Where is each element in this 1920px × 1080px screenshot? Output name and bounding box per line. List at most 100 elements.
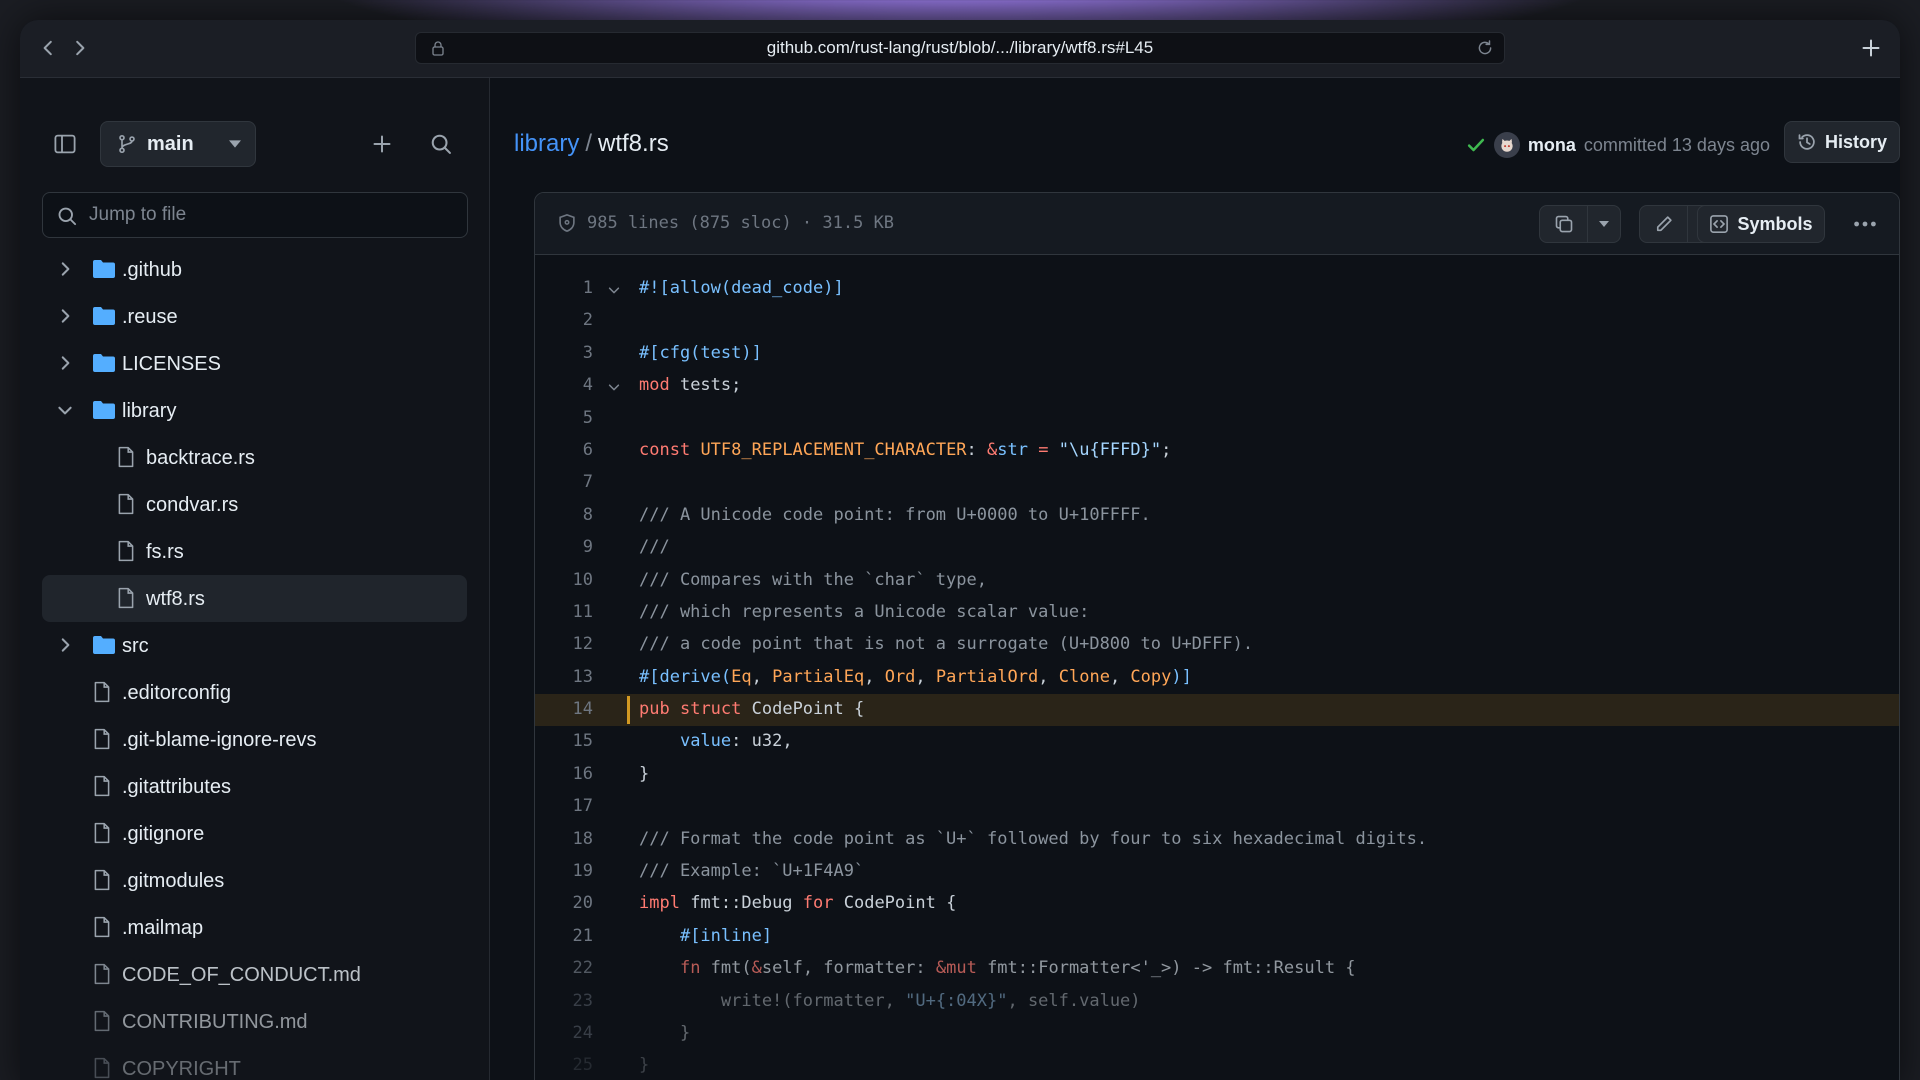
- branch-selector[interactable]: main: [100, 121, 256, 167]
- code-line[interactable]: 18 /// Format the code point as `U+` foll…: [535, 824, 1899, 856]
- line-number[interactable]: 4: [535, 375, 593, 395]
- code-line[interactable]: 11 /// which represents a Unicode scalar …: [535, 597, 1899, 629]
- tree-folder[interactable]: library: [42, 387, 467, 434]
- code-line[interactable]: 14 pub struct CodePoint {: [535, 694, 1899, 727]
- code-line[interactable]: 19 /// Example: `U+1F4A9`: [535, 856, 1899, 888]
- chevron-right-icon[interactable]: [56, 354, 74, 372]
- code-line[interactable]: 22 fn fmt(&self, formatter: &mut fmt::Fo…: [535, 953, 1899, 985]
- code-line[interactable]: 17: [535, 791, 1899, 823]
- copy-button[interactable]: [1540, 206, 1588, 242]
- edit-button[interactable]: [1640, 206, 1688, 242]
- tree-file[interactable]: CODE_OF_CONDUCT.md: [42, 951, 467, 998]
- line-number[interactable]: 2: [535, 310, 593, 330]
- tree-file[interactable]: .gitattributes: [42, 763, 467, 810]
- code-text: #![allow(dead_code)]: [639, 278, 844, 298]
- browser-window: github.com/rust-lang/rust/blob/.../libra…: [20, 20, 1900, 1080]
- tree-item-label: fs.rs: [146, 541, 184, 563]
- fold-chevron-icon[interactable]: [607, 282, 621, 296]
- fold-chevron-icon[interactable]: [607, 379, 621, 393]
- tree-folder[interactable]: .reuse: [42, 293, 467, 340]
- new-tab-button[interactable]: [1856, 33, 1886, 63]
- symbols-button[interactable]: Symbols: [1697, 205, 1825, 243]
- line-number[interactable]: 7: [535, 472, 593, 492]
- code-line[interactable]: 15 value: u32,: [535, 726, 1899, 758]
- commit-author[interactable]: mona: [1528, 135, 1576, 156]
- code-line[interactable]: 20 impl fmt::Debug for CodePoint {: [535, 888, 1899, 920]
- plus-icon: [373, 135, 391, 153]
- back-button[interactable]: [34, 34, 62, 62]
- tree-file[interactable]: .mailmap: [42, 904, 467, 951]
- tree-file[interactable]: fs.rs: [42, 528, 467, 575]
- line-number[interactable]: 6: [535, 440, 593, 460]
- code-line[interactable]: 10 /// Compares with the `char` type,: [535, 565, 1899, 597]
- code-line[interactable]: 6 const UTF8_REPLACEMENT_CHARACTER: &str …: [535, 435, 1899, 467]
- tree-file[interactable]: wtf8.rs: [42, 575, 467, 622]
- copy-options-dropdown[interactable]: [1588, 206, 1620, 242]
- line-number[interactable]: 17: [535, 796, 593, 816]
- line-number[interactable]: 5: [535, 408, 593, 428]
- search-files-button[interactable]: [424, 127, 458, 161]
- line-number[interactable]: 18: [535, 829, 593, 849]
- code-line[interactable]: 2: [535, 305, 1899, 337]
- line-number[interactable]: 14: [535, 699, 593, 719]
- line-number[interactable]: 13: [535, 667, 593, 687]
- chevron-right-icon[interactable]: [56, 260, 74, 278]
- code-line[interactable]: 5: [535, 403, 1899, 435]
- code-line[interactable]: 7: [535, 467, 1899, 499]
- tree-file[interactable]: .gitmodules: [42, 857, 467, 904]
- tree-file[interactable]: .git-blame-ignore-revs: [42, 716, 467, 763]
- tree-folder[interactable]: LICENSES: [42, 340, 467, 387]
- breadcrumb-dir-link[interactable]: library: [514, 130, 579, 157]
- line-number[interactable]: 11: [535, 602, 593, 622]
- code-line[interactable]: 21 #[inline]: [535, 921, 1899, 953]
- tree-folder[interactable]: src: [42, 622, 467, 669]
- code-line[interactable]: 3 #[cfg(test)]: [535, 338, 1899, 370]
- code-line[interactable]: 24 }: [535, 1018, 1899, 1050]
- code-line[interactable]: 9 ///: [535, 532, 1899, 564]
- tree-folder[interactable]: .github: [42, 246, 467, 293]
- tree-file[interactable]: CONTRIBUTING.md: [42, 998, 467, 1045]
- code-line[interactable]: 13 #[derive(Eq, PartialEq, Ord, PartialOr…: [535, 662, 1899, 694]
- add-file-button[interactable]: [365, 127, 399, 161]
- line-number[interactable]: 19: [535, 861, 593, 881]
- tree-file[interactable]: .editorconfig: [42, 669, 467, 716]
- file-view: library / wtf8.rs mona committed 13 days a…: [490, 78, 1900, 1080]
- chevron-right-icon[interactable]: [56, 636, 74, 654]
- address-bar[interactable]: github.com/rust-lang/rust/blob/.../libra…: [415, 32, 1505, 64]
- forward-button[interactable]: [66, 34, 94, 62]
- line-number[interactable]: 21: [535, 926, 593, 946]
- code-line[interactable]: 23 write!(formatter, "U+{:04X}", self.va…: [535, 986, 1899, 1018]
- line-number[interactable]: 16: [535, 764, 593, 784]
- line-number[interactable]: 8: [535, 505, 593, 525]
- code-line[interactable]: 25}: [535, 1050, 1899, 1080]
- line-number[interactable]: 3: [535, 343, 593, 363]
- line-number[interactable]: 20: [535, 893, 593, 913]
- code-line[interactable]: 12 /// a code point that is not a surroga…: [535, 629, 1899, 661]
- tree-file[interactable]: condvar.rs: [42, 481, 467, 528]
- toggle-sidebar-button[interactable]: [48, 127, 82, 161]
- chevron-right-icon[interactable]: [56, 307, 74, 325]
- chevron-down-icon[interactable]: [56, 401, 74, 419]
- code-line[interactable]: 8 /// A Unicode code point: from U+0000 t…: [535, 500, 1899, 532]
- code-line[interactable]: 16}: [535, 759, 1899, 791]
- more-options-button[interactable]: [1845, 205, 1885, 243]
- line-number[interactable]: 23: [535, 991, 593, 1011]
- tree-file[interactable]: backtrace.rs: [42, 434, 467, 481]
- history-button[interactable]: History: [1784, 121, 1900, 163]
- jump-to-file-input[interactable]: Jump to file: [42, 192, 468, 238]
- line-number[interactable]: 10: [535, 570, 593, 590]
- line-number[interactable]: 9: [535, 537, 593, 557]
- line-number[interactable]: 15: [535, 731, 593, 751]
- line-number[interactable]: 12: [535, 634, 593, 654]
- reload-icon[interactable]: [1476, 39, 1494, 57]
- tree-file[interactable]: .gitignore: [42, 810, 467, 857]
- code-line[interactable]: 1 #![allow(dead_code)]: [535, 273, 1899, 305]
- line-number[interactable]: 24: [535, 1023, 593, 1043]
- tree-file[interactable]: COPYRIGHT: [42, 1045, 467, 1080]
- line-number[interactable]: 25: [535, 1055, 593, 1075]
- tree-item-label: .editorconfig: [122, 682, 231, 704]
- line-number[interactable]: 22: [535, 958, 593, 978]
- code-line[interactable]: 4 mod tests;: [535, 370, 1899, 402]
- line-number[interactable]: 1: [535, 278, 593, 298]
- avatar[interactable]: [1493, 132, 1520, 158]
